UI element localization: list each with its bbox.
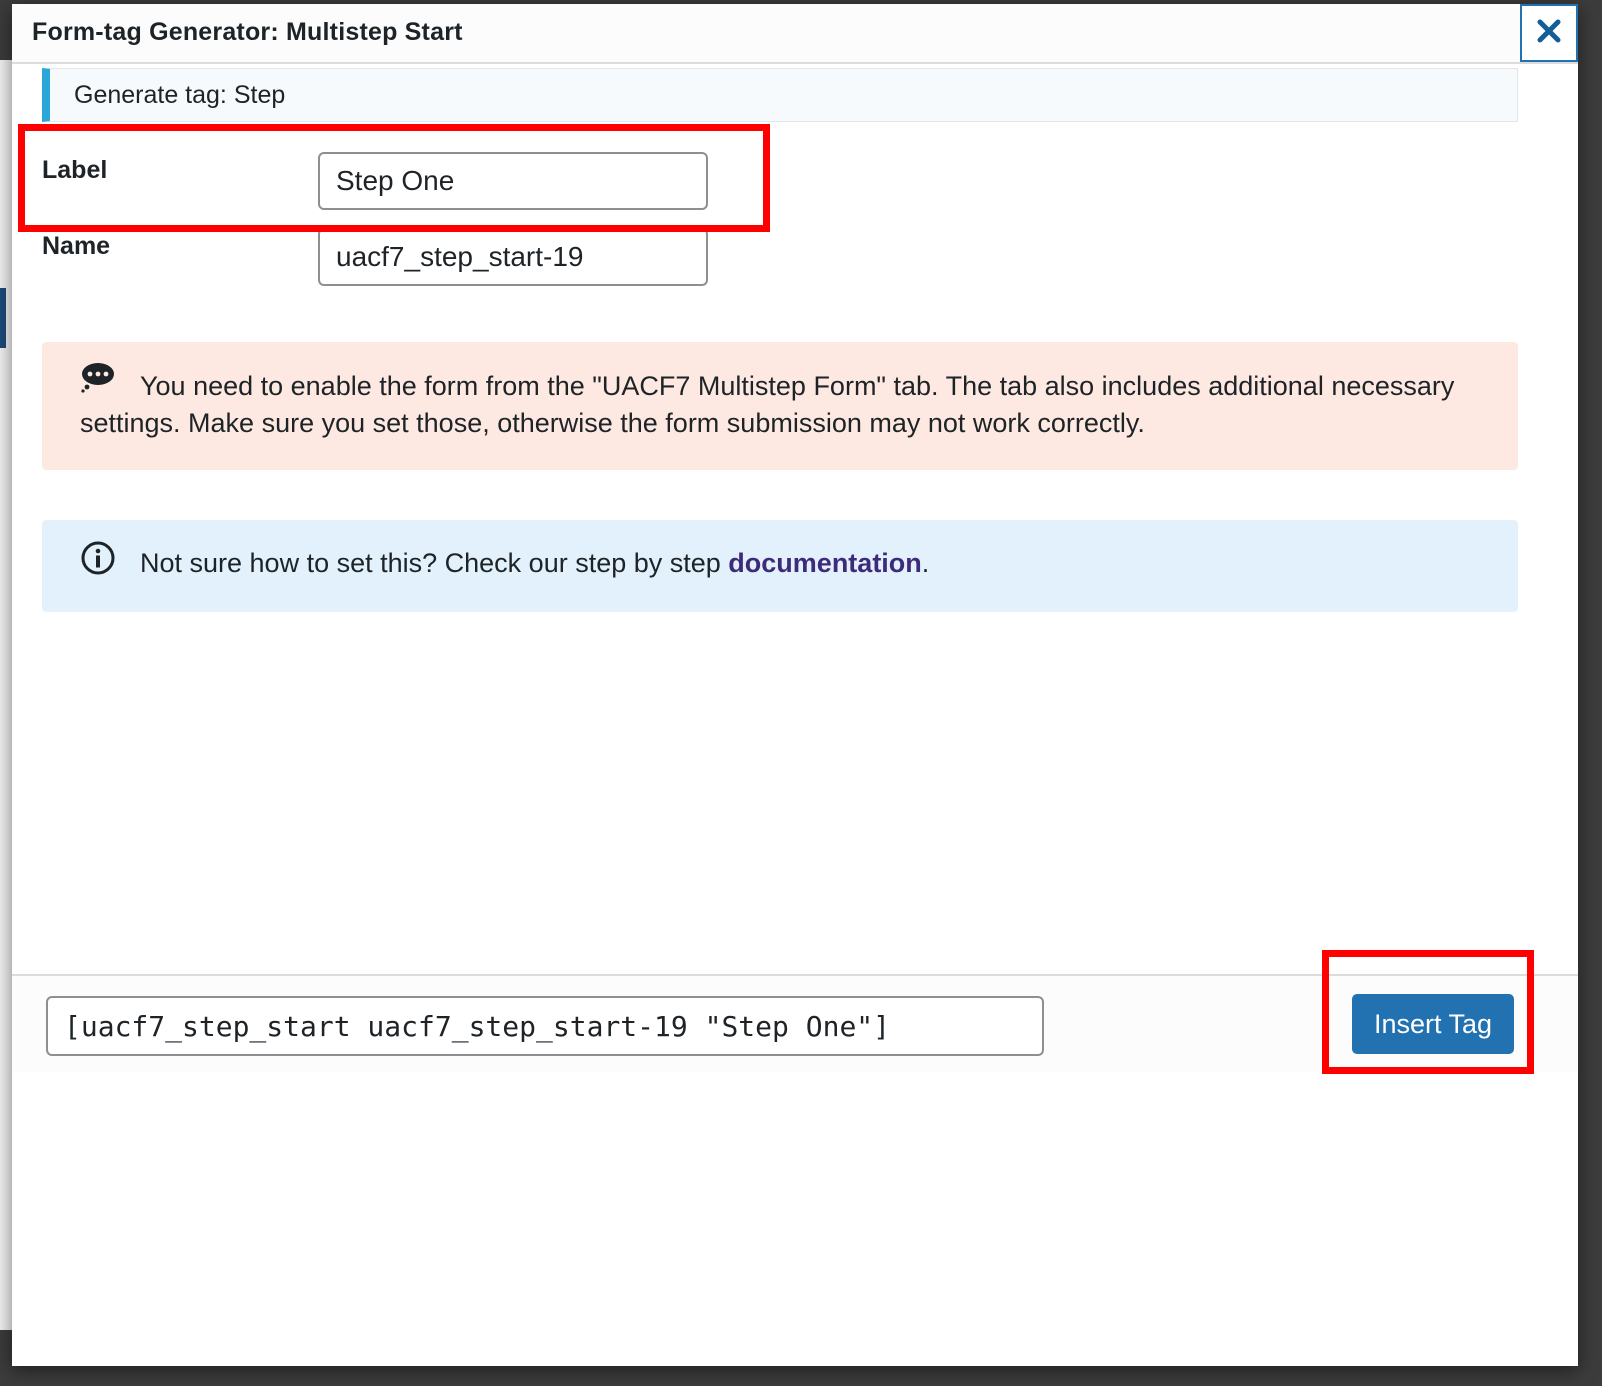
form-tag-generator-dialog: Form-tag Generator: Multistep Start Gene… [12,4,1578,1366]
dialog-titlebar: Form-tag Generator: Multistep Start [12,4,1578,64]
name-input[interactable] [318,228,708,286]
info-text: Not sure how to set this? Check our step… [140,548,929,579]
insert-tag-button[interactable]: Insert Tag [1352,994,1514,1054]
background-button [0,288,6,348]
generate-tag-text: Generate tag: Step [74,81,286,109]
info-text-before: Not sure how to set this? Check our step… [140,548,729,578]
label-field-label: Label [42,156,108,184]
dialog-title: Form-tag Generator: Multistep Start [32,18,463,46]
close-button[interactable] [1520,4,1578,62]
warning-notice: You need to enable the form from the "UA… [42,342,1518,470]
generated-tag-field[interactable] [46,996,1044,1056]
documentation-link[interactable]: documentation [728,548,922,578]
generate-tag-notice: Generate tag: Step [42,68,1518,122]
info-icon [80,540,116,581]
info-notice: Not sure how to set this? Check our step… [42,520,1518,612]
close-icon [1536,18,1562,49]
name-field-label: Name [42,232,111,260]
dialog-footer: Insert Tag [12,974,1578,1072]
warning-text: You need to enable the form from the "UA… [80,371,1455,438]
label-input[interactable] [318,152,708,210]
info-text-after: . [921,548,930,578]
